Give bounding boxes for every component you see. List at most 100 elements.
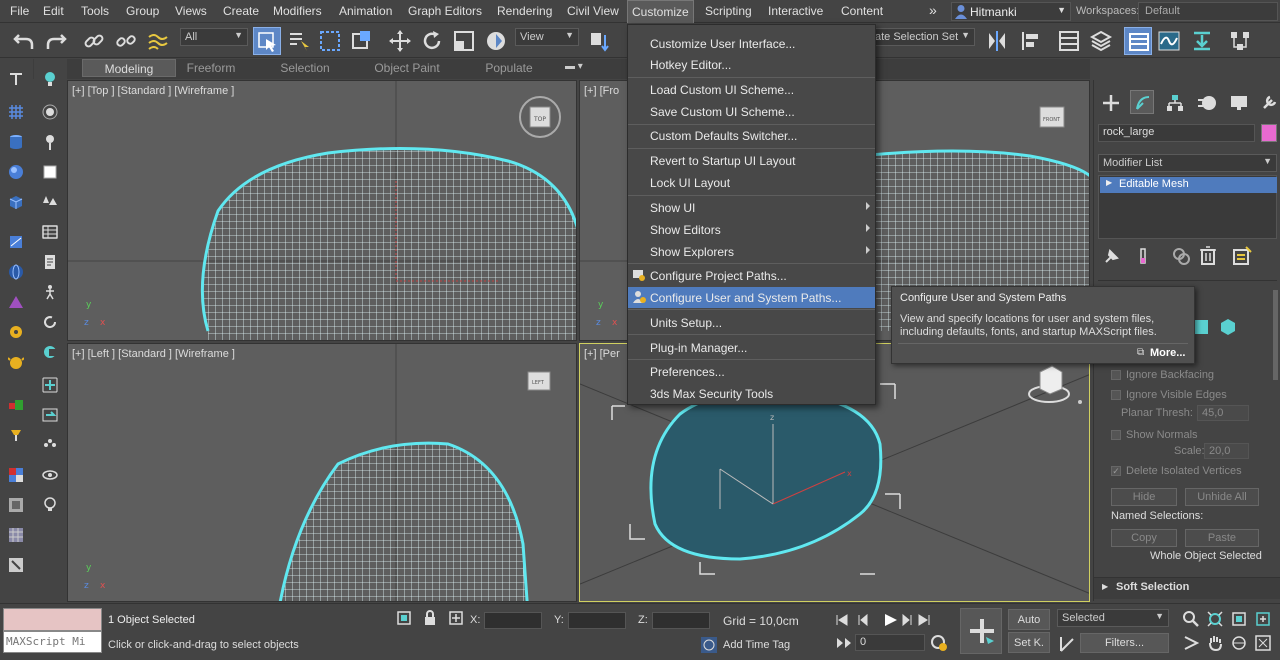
menu-item-security-tools[interactable]: 3ds Max Security Tools [628,383,875,404]
menu-views[interactable]: Views [175,4,207,18]
remove-modifier-trash-icon[interactable] [1199,246,1217,266]
selection-filter-dropdown[interactable]: All ▼ [180,28,248,46]
stack-item-editable-mesh[interactable]: ▶ Editable Mesh [1100,177,1277,193]
maxscript-mini-listener[interactable]: MAXScript Mi [3,631,102,653]
bulb-icon[interactable] [42,497,58,513]
absolute-mode-icon[interactable] [449,611,463,625]
menu-content[interactable]: Content [841,4,883,18]
menu-create[interactable]: Create [223,4,259,18]
user-account-dropdown[interactable]: Hitmanki ▼ [951,2,1071,21]
undo-icon[interactable] [12,29,36,53]
checker-icon[interactable] [8,467,24,483]
pan-hand-icon[interactable] [1207,635,1223,651]
soft-selection-rollout[interactable]: ▶ Soft Selection [1094,577,1280,599]
cylinder-icon[interactable] [8,134,24,150]
tab-object-paint[interactable]: Object Paint [365,59,449,77]
grid-icon[interactable] [8,104,24,120]
menu-item-project-paths[interactable]: Configure Project Paths... [628,265,875,286]
menu-group[interactable]: Group [126,4,159,18]
field-of-view-icon[interactable] [1183,635,1199,651]
viewport-perspective-label[interactable]: [+] [Per [584,348,620,360]
select-by-name-icon[interactable] [287,29,311,53]
modifier-list-dropdown[interactable]: Modifier List ▼ [1098,154,1277,172]
menu-item-user-system-paths[interactable]: Configure User and System Paths... [628,287,875,308]
menu-item-lock-ui[interactable]: Lock UI Layout [628,172,875,193]
delete-isolated-checkbox[interactable]: ✓ [1111,466,1121,476]
menu-graph-editors[interactable]: Graph Editors [408,4,482,18]
element-level-icon[interactable] [1194,320,1208,334]
menu-item-custom-defaults[interactable]: Custom Defaults Switcher... [628,125,875,146]
menu-item-show-ui[interactable]: Show UI [628,197,875,218]
menu-overflow-chevron-icon[interactable]: » [929,2,937,18]
globe-icon[interactable] [8,264,24,280]
modify-tab[interactable] [1130,90,1154,114]
zoom-extents-all-icon[interactable] [1255,611,1271,627]
figure-icon[interactable] [42,284,58,300]
teapot-icon[interactable] [8,354,24,370]
viewport-left-label[interactable]: [+] [Left ] [Standard ] [Wireframe ] [72,348,235,360]
curve-editor-icon[interactable] [1157,29,1181,53]
utilities-wrench-icon[interactable] [1260,94,1278,112]
sphere-icon[interactable] [8,164,24,180]
show-normals-checkbox[interactable] [1111,430,1121,440]
rotate-icon[interactable] [420,29,444,53]
copy-button[interactable]: Copy [1111,529,1177,547]
menu-item-revert-ui[interactable]: Revert to Startup UI Layout [628,150,875,171]
cloth-icon[interactable] [42,164,58,180]
cone-icon[interactable] [8,294,24,310]
pin-stack-icon[interactable] [1102,248,1120,266]
menu-rendering[interactable]: Rendering [497,4,552,18]
menu-scripting[interactable]: Scripting [705,4,752,18]
zoom-extents-icon[interactable] [1231,611,1247,627]
bind-spacewarp-icon[interactable] [146,29,170,53]
ribbon-options-icon[interactable]: ▬ ▾ [565,61,583,72]
viewcube-left-face[interactable]: LEFT [532,380,545,386]
element-cube-icon[interactable] [1219,318,1237,336]
menu-item-load-ui-scheme[interactable]: Load Custom UI Scheme... [628,79,875,100]
menu-tools[interactable]: Tools [81,4,109,18]
eye-icon[interactable] [42,467,58,483]
workspace-dropdown[interactable]: Default [1138,2,1278,21]
menu-item-customize-ui[interactable]: Customize User Interface... [628,33,875,54]
material-editor-icon[interactable] [1228,29,1252,53]
menu-item-show-explorers[interactable]: Show Explorers [628,241,875,262]
spot-icon[interactable] [42,104,58,120]
ignore-backfacing-checkbox[interactable] [1111,370,1121,380]
menu-modifiers[interactable]: Modifiers [273,4,322,18]
hierarchy-icon[interactable] [1166,94,1184,112]
menu-item-show-editors[interactable]: Show Editors [628,219,875,240]
table-icon[interactable] [42,224,58,240]
motion-icon[interactable] [1197,94,1217,112]
viewport-left[interactable]: y z x LEFT [+] [Left ] [Standard ] [Wire… [67,343,577,602]
add-time-tag-label[interactable]: Add Time Tag [723,639,790,651]
select-object-button[interactable] [253,27,281,55]
link-icon[interactable] [82,29,106,53]
pivot-center-icon[interactable] [587,29,611,53]
pin-icon[interactable] [42,134,58,150]
gear-icon[interactable] [8,324,24,340]
object-name-field[interactable]: rock_large [1098,124,1255,142]
zoom-icon[interactable] [1183,611,1199,627]
key-mode-icon[interactable] [835,636,853,650]
scale-spinner[interactable]: 20,0 [1204,443,1249,459]
viewcube-front-face[interactable]: FRONT [1043,117,1061,123]
paste-button[interactable]: Paste [1185,529,1259,547]
toggle-ribbon-button[interactable] [1124,27,1152,55]
scene-explorer-icon[interactable] [1057,29,1081,53]
menu-interactive[interactable]: Interactive [768,4,823,18]
set-key-button[interactable]: Set K. [1008,632,1050,653]
object-color-swatch[interactable] [1261,124,1277,142]
viewport-top[interactable]: y z x TOP [+] [Top ] [Standard ] [Wirefr… [67,80,577,341]
window-crossing-icon[interactable] [350,29,374,53]
key-filters-icon[interactable] [1058,635,1076,653]
menu-item-save-ui-scheme[interactable]: Save Custom UI Scheme... [628,101,875,122]
maximize-viewport-icon[interactable] [1255,635,1271,651]
placement-icon[interactable] [484,29,508,53]
pattern-icon[interactable] [8,527,24,543]
menu-item-plugin-manager[interactable]: Plug-in Manager... [628,337,875,358]
tooltip-more-link[interactable]: More... [1150,347,1185,359]
named-selection-set-dropdown[interactable]: ate Selection Set ▼ [870,28,975,46]
tab-selection[interactable]: Selection [270,59,340,77]
isolate-selection-icon[interactable] [397,611,411,625]
viewport-front-label[interactable]: [+] [Fro [584,85,619,97]
